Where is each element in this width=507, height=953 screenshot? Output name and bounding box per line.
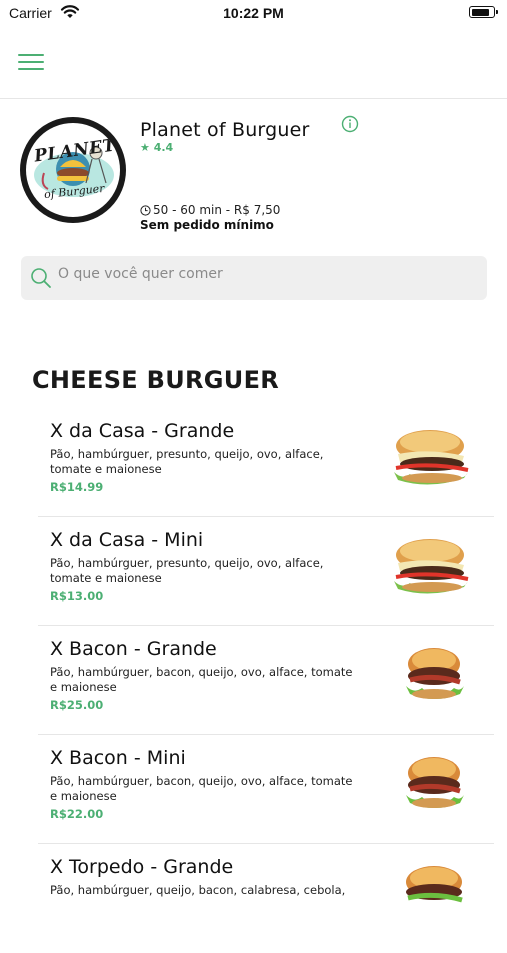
item-price: R$22.00 [50,807,104,821]
menu-item[interactable]: X Bacon - Mini Pão, hambúrguer, bacon, q… [38,735,494,844]
minimum-order: Sem pedido mínimo [140,218,274,232]
menu-item[interactable]: X Torpedo - Grande Pão, hambúrguer, quei… [38,844,494,953]
menu-item[interactable]: X Bacon - Grande Pão, hambúrguer, bacon,… [38,626,494,735]
burger-image [406,866,463,903]
nav-bar [0,30,507,99]
item-name: X Bacon - Grande [50,638,217,660]
category-title: CHEESE BURGUER [32,366,280,394]
clock-icon [140,205,151,216]
item-description: Pão, hambúrguer, bacon, queijo, ovo, alf… [50,665,353,694]
burger-image [394,430,469,485]
item-description: Pão, hambúrguer, bacon, queijo, ovo, alf… [50,774,353,803]
burger-image [406,648,464,699]
item-price: R$14.99 [50,480,104,494]
item-name: X da Casa - Grande [50,420,235,442]
delivery-text: 50 - 60 min - R$ 7,50 [153,203,281,217]
item-name: X Bacon - Mini [50,747,186,769]
item-name: X Torpedo - Grande [50,856,234,878]
store-rating: ★ 4.4 [140,141,173,154]
search-icon [29,266,53,294]
battery-icon [469,6,498,18]
store-name: Planet of Burguer [140,119,310,141]
item-description: Pão, hambúrguer, presunto, queijo, ovo, … [50,447,324,476]
item-description: Pão, hambúrguer, queijo, bacon, calabres… [50,883,346,897]
search-bar[interactable]: O que você quer comer [21,256,487,300]
status-bar: Carrier 10:22 PM [0,0,507,30]
info-icon[interactable] [341,115,359,133]
search-input[interactable]: O que você quer comer [58,266,223,282]
hamburger-menu-icon[interactable] [18,52,44,72]
clock: 10:22 PM [223,5,284,21]
item-name: X da Casa - Mini [50,529,204,551]
store-logo: PLANET of Burguer [20,117,126,223]
star-icon: ★ [140,141,150,154]
delivery-info: 50 - 60 min - R$ 7,50 [140,203,280,217]
rating-value: 4.4 [153,141,174,154]
item-price: R$25.00 [50,698,104,712]
burger-image [406,757,464,808]
menu-item[interactable]: X da Casa - Grande Pão, hambúrguer, pres… [38,408,494,517]
burger-image [394,539,469,594]
item-price: R$13.00 [50,589,104,603]
item-description: Pão, hambúrguer, presunto, queijo, ovo, … [50,556,324,585]
menu-item[interactable]: X da Casa - Mini Pão, hambúrguer, presun… [38,517,494,626]
